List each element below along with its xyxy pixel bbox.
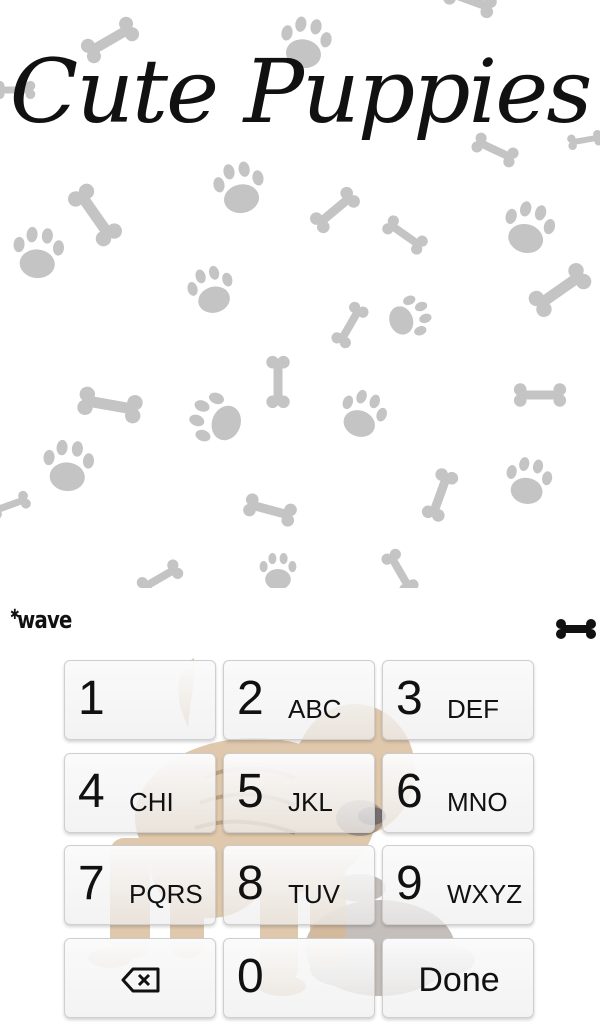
bone-icon bbox=[513, 383, 567, 407]
bone-icon bbox=[528, 263, 592, 317]
key-letters: JKL bbox=[288, 787, 333, 817]
paw-print-icon bbox=[389, 295, 432, 336]
key-digit: 6 bbox=[396, 765, 423, 818]
key-2[interactable]: 2 ABC bbox=[223, 660, 375, 740]
bone-icon[interactable] bbox=[555, 618, 597, 640]
brand-text: wave bbox=[17, 606, 72, 634]
key-letters: ABC bbox=[288, 694, 342, 724]
done-label: Done bbox=[418, 961, 500, 999]
key-7[interactable]: 7 PQRS bbox=[64, 845, 216, 925]
backspace-icon bbox=[121, 967, 160, 993]
paw-print-icon bbox=[187, 265, 233, 313]
bone-icon bbox=[382, 215, 428, 255]
bone-icon bbox=[421, 468, 459, 522]
key-0[interactable]: 0 bbox=[223, 938, 375, 1018]
key-4[interactable]: 4 CHI bbox=[64, 753, 216, 833]
paw-print-icon bbox=[342, 389, 387, 437]
paw-print-icon bbox=[43, 439, 95, 492]
dialer-keyboard: ✱wave 1 2 ABC 3 DEF 4 CHI 5 JKL 6 MNO 7 … bbox=[0, 588, 600, 1024]
paw-print-icon bbox=[13, 226, 65, 279]
paw-print-icon bbox=[189, 392, 241, 442]
bone-icon bbox=[443, 0, 497, 19]
key-digit: 4 bbox=[78, 765, 105, 818]
key-digit: 8 bbox=[237, 857, 264, 910]
key-letters: TUV bbox=[288, 879, 340, 909]
bone-icon bbox=[310, 186, 360, 234]
bone-icon bbox=[68, 183, 122, 247]
paw-print-icon bbox=[505, 201, 556, 254]
bone-icon bbox=[0, 490, 31, 520]
key-letters: MNO bbox=[447, 787, 508, 817]
bone-icon bbox=[331, 301, 369, 349]
key-letters: CHI bbox=[129, 787, 174, 817]
key-letters: DEF bbox=[447, 694, 499, 724]
wallpaper-title: Cute Puppies bbox=[9, 40, 593, 143]
key-digit: 5 bbox=[237, 765, 264, 818]
bone-icon bbox=[381, 548, 419, 588]
bone-icon bbox=[136, 559, 184, 588]
key-9[interactable]: 9 WXYZ bbox=[382, 845, 534, 925]
key-digit: 2 bbox=[237, 672, 264, 725]
wallpaper-area: Cute Puppies bbox=[0, 0, 600, 588]
key-digit: 9 bbox=[396, 857, 423, 910]
brand-logo: ✱wave bbox=[10, 606, 72, 634]
key-5[interactable]: 5 JKL bbox=[223, 753, 375, 833]
key-1[interactable]: 1 bbox=[64, 660, 216, 740]
bone-icon bbox=[77, 386, 143, 424]
done-button[interactable]: Done bbox=[382, 938, 534, 1018]
bone-icon bbox=[266, 355, 290, 409]
key-6[interactable]: 6 MNO bbox=[382, 753, 534, 833]
key-digit: 3 bbox=[396, 672, 423, 725]
key-3[interactable]: 3 DEF bbox=[382, 660, 534, 740]
backspace-key[interactable] bbox=[64, 938, 216, 1018]
key-8[interactable]: 8 TUV bbox=[223, 845, 375, 925]
bone-icon bbox=[243, 493, 297, 527]
key-letters: PQRS bbox=[129, 879, 203, 909]
key-digit: 0 bbox=[237, 950, 264, 1003]
paw-print-icon bbox=[259, 553, 297, 588]
key-digit: 7 bbox=[78, 857, 105, 910]
paw-print-icon bbox=[213, 161, 264, 214]
key-letters: WXYZ bbox=[447, 879, 523, 909]
paw-print-icon bbox=[506, 457, 553, 504]
key-digit: 1 bbox=[78, 672, 105, 725]
